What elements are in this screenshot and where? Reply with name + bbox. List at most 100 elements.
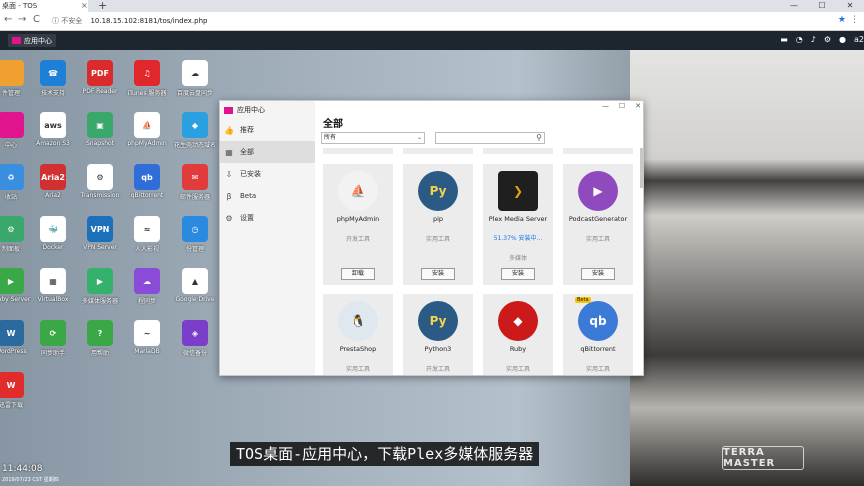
page-title: 全部 bbox=[323, 119, 343, 130]
url-input[interactable]: ⓘ 不安全 10.18.15.102:8181/tos/index.php bbox=[52, 15, 852, 28]
desktop-icon[interactable]: PDF PDF Reader bbox=[75, 60, 125, 95]
nav-settings[interactable]: ⚙ 设置 bbox=[220, 207, 315, 229]
desktop-icon[interactable]: qb qBittorrent bbox=[122, 164, 172, 199]
nav-beta[interactable]: β Beta bbox=[220, 185, 315, 207]
desktop-icon[interactable]: ✉ 邮件服务器 bbox=[170, 164, 220, 201]
nav-recommend[interactable]: 👍 推荐 bbox=[220, 119, 315, 141]
app-card[interactable]: ❯ Plex Media Server 51.37% 安装中... 多媒体 安装 bbox=[483, 164, 553, 285]
desktop-icon-label: 人人影视 bbox=[134, 246, 159, 253]
minimize-button[interactable]: — bbox=[602, 102, 609, 110]
desktop-icon[interactable]: ▣ Snapshot bbox=[75, 112, 125, 147]
app-card[interactable]: Py pip 实用工具 安装 bbox=[403, 164, 473, 285]
desktop-icon-label: Aria2 bbox=[45, 192, 61, 199]
close-button[interactable]: ✕ bbox=[836, 0, 864, 12]
info-icon[interactable]: ⓘ bbox=[52, 17, 59, 25]
user-icon[interactable]: ● bbox=[839, 35, 846, 44]
desktop-icon-label: 微信备份 bbox=[182, 350, 207, 357]
app-card[interactable]: qb qBittorrent 实用工具 Beta bbox=[563, 294, 633, 375]
desktop-icon[interactable]: ? 用帮助 bbox=[75, 320, 125, 357]
desktop-icon[interactable]: ◆ 花生壳动态域名 bbox=[170, 112, 220, 149]
desktop-icon[interactable]: ▲ Google Drive bbox=[170, 268, 220, 303]
desktop-icon[interactable]: ▦ VirtualBox bbox=[28, 268, 78, 303]
desktop-icon[interactable]: 🐳 Docker bbox=[28, 216, 78, 251]
app-action-button[interactable]: 安装 bbox=[581, 268, 615, 280]
app-card[interactable]: Py Python3 开发工具 bbox=[403, 294, 473, 375]
close-button[interactable]: ✕ bbox=[635, 102, 641, 110]
notification-icon[interactable]: ◔ bbox=[796, 35, 803, 44]
nav-installed[interactable]: ⇩ 已安装 bbox=[220, 163, 315, 185]
app-logo-icon: ❯ bbox=[498, 171, 538, 211]
url-text: 10.18.15.102:8181/tos/index.php bbox=[90, 17, 208, 25]
desktop-icon[interactable]: ♫ iTunes 服务器 bbox=[122, 60, 172, 97]
desktop-icon[interactable]: VPN VPN Server bbox=[75, 216, 125, 251]
bookmark-star-icon[interactable]: ★ bbox=[838, 15, 846, 25]
desktop-icon[interactable]: ◷ 份管理 bbox=[170, 216, 220, 253]
category-select[interactable]: 所有 ⌄ bbox=[321, 132, 425, 144]
desktop-icon[interactable]: ☎ 技术支持 bbox=[28, 60, 78, 97]
chat-icon[interactable]: ▬ bbox=[780, 35, 788, 44]
app-card[interactable]: ▶ PodcastGenerator 实用工具 安装 bbox=[563, 164, 633, 285]
browser-tab[interactable]: 桌面 - TOS × bbox=[0, 0, 88, 12]
reload-icon[interactable]: C bbox=[33, 14, 40, 25]
app-icon: ◆ bbox=[182, 112, 208, 138]
maximize-button[interactable]: ☐ bbox=[808, 0, 836, 12]
forward-icon[interactable]: → bbox=[18, 14, 26, 25]
app-card[interactable]: 🐧 PrestaShop 实用工具 bbox=[323, 294, 393, 375]
desktop-icon-label: 用帮助 bbox=[90, 350, 109, 357]
desktop-icon[interactable]: ☁ 程同步 bbox=[122, 268, 172, 305]
app-icon: ? bbox=[87, 320, 113, 346]
app-action-button[interactable]: 卸载 bbox=[341, 268, 375, 280]
app-icon: ▣ bbox=[87, 112, 113, 138]
download-icon: ⇩ bbox=[225, 169, 233, 179]
app-action-button[interactable]: 安装 bbox=[421, 268, 455, 280]
taskbar-app-center[interactable]: 应用中心 bbox=[8, 34, 56, 47]
scrollbar[interactable] bbox=[640, 148, 643, 188]
desktop-icon-label: 邮件服务器 bbox=[179, 194, 210, 201]
browser-menu-icon[interactable]: ⋮ bbox=[850, 15, 859, 25]
settings-icon[interactable]: ⚙ bbox=[824, 35, 831, 44]
app-action-button[interactable]: 安装 bbox=[501, 268, 535, 280]
app-name: PrestaShop bbox=[339, 345, 377, 353]
desktop-icon[interactable]: ☁ 百度云盘同步 bbox=[170, 60, 220, 97]
address-bar-row: ← → C ⓘ 不安全 10.18.15.102:8181/tos/index.… bbox=[0, 12, 864, 31]
app-icon: ✉ bbox=[182, 164, 208, 190]
desktop-clock: 11:44:08 bbox=[2, 464, 43, 474]
search-input[interactable]: ⚲ bbox=[435, 132, 545, 144]
back-icon[interactable]: ← bbox=[4, 14, 12, 25]
desktop-icon-label: Amazon S3 bbox=[36, 140, 70, 147]
app-icon: ⟳ bbox=[40, 320, 66, 346]
search-icon[interactable]: ⚲ bbox=[536, 133, 542, 143]
desktop-icon-label: 程同步 bbox=[137, 298, 156, 305]
desktop-icon-label: phpMyAdmin bbox=[127, 140, 167, 147]
app-logo-icon: ▶ bbox=[578, 171, 618, 211]
desktop-icon[interactable]: ⚙ Transmission bbox=[75, 164, 125, 199]
minimize-button[interactable]: — bbox=[780, 0, 808, 12]
desktop-icon[interactable]: ⛵ phpMyAdmin bbox=[122, 112, 172, 147]
desktop-icon[interactable]: ⟳ 同步助手 bbox=[28, 320, 78, 357]
desktop-icon[interactable]: ▶ 多媒体服务器 bbox=[75, 268, 125, 305]
desktop-date: 2019/07/23 CST 星期四 bbox=[2, 477, 59, 483]
nav-all[interactable]: ▦ 全部 bbox=[220, 141, 315, 163]
app-card[interactable]: ⛵ phpMyAdmin 开发工具 卸载 bbox=[323, 164, 393, 285]
user-name[interactable]: a2 bbox=[854, 35, 864, 44]
desktop-icon[interactable]: ◈ 微信备份 bbox=[170, 320, 220, 357]
new-tab-button[interactable]: + bbox=[98, 0, 107, 12]
desktop-icon-label: PDF Reader bbox=[82, 88, 118, 95]
desktop-icon[interactable]: W 迅雷下载 bbox=[0, 372, 36, 409]
app-category: 实用工具 bbox=[585, 366, 610, 373]
close-tab-icon[interactable]: × bbox=[81, 0, 88, 12]
app-center-sidebar: 应用中心 👍 推荐 ▦ 全部 ⇩ 已安装 β Beta ⚙ 设置 bbox=[220, 101, 315, 375]
bell-icon[interactable]: ♪ bbox=[811, 35, 816, 44]
app-card[interactable]: ◆ Ruby 实用工具 bbox=[483, 294, 553, 375]
app-name: phpMyAdmin bbox=[336, 215, 380, 223]
nav-label: 已安装 bbox=[240, 170, 261, 178]
desktop-icon[interactable]: ∼ MariaDB bbox=[122, 320, 172, 355]
desktop-icon[interactable]: Aria2 Aria2 bbox=[28, 164, 78, 199]
maximize-button[interactable]: ☐ bbox=[619, 102, 625, 110]
app-center-main: — ☐ ✕ 全部 所有 ⌄ ⚲ ⛵ phpMyAdmin 开发工具 卸载 Py pip 实用… bbox=[315, 101, 643, 375]
taskbar-tray: ▬ ◔ ♪ ⚙ ● a2 bbox=[780, 35, 864, 44]
desktop-icon[interactable]: aws Amazon S3 bbox=[28, 112, 78, 147]
app-icon: ⚙ bbox=[0, 216, 24, 242]
app-icon: ≈ bbox=[134, 216, 160, 242]
desktop-icon[interactable]: ≈ 人人影视 bbox=[122, 216, 172, 253]
